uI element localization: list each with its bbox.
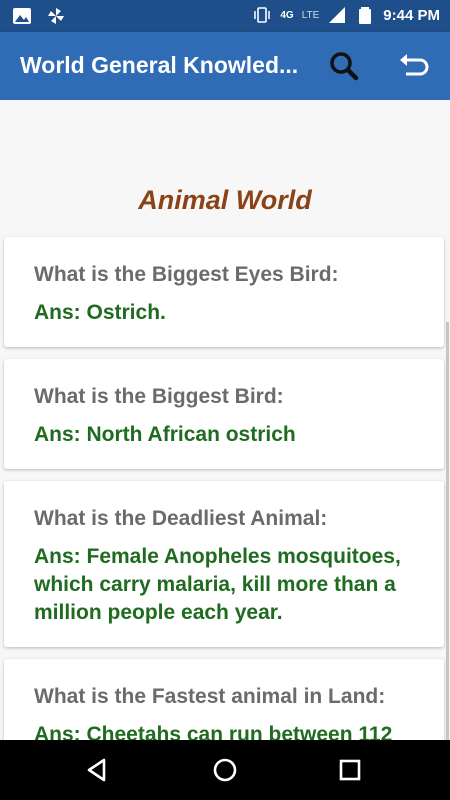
question-text: What is the Fastest animal in Land: [34,685,386,708]
system-icons: 4G LTE 9:44 PM [252,5,440,25]
status-bar: 4G LTE 9:44 PM [0,0,450,32]
nav-recents-button[interactable] [334,754,366,786]
undo-back-icon [400,54,429,76]
answer-text: Ans: North African ostrich [34,423,296,446]
network-type: 4G [280,9,294,21]
pinwheel-icon [48,8,64,24]
answer-text: Ans: Ostrich. [34,301,166,324]
lte-label: LTE [301,9,320,21]
scrollbar-thumb[interactable] [446,322,449,740]
app-bar: World General Knowled... [0,32,450,100]
app-title: World General Knowled... [20,52,299,78]
image-icon [13,8,31,24]
section-title: Animal World [138,185,312,215]
vibrate-icon [254,7,271,23]
search-button[interactable] [326,48,362,84]
qa-card[interactable]: What is the Deadliest Animal: Ans: Femal… [4,481,444,647]
navigation-bar [0,740,450,800]
search-icon [330,52,359,81]
question-text: What is the Deadliest Animal: [34,507,328,530]
clock: 9:44 PM [383,6,440,24]
qa-card[interactable]: What is the Biggest Bird: Ans: North Afr… [4,359,444,469]
content-area[interactable]: Animal World What is the Biggest Eyes Bi… [0,100,450,740]
qa-card[interactable]: What is the Biggest Eyes Bird: Ans: Ostr… [4,237,444,347]
back-triangle-icon [87,758,106,782]
home-circle-icon [213,758,237,782]
recents-square-icon [339,759,361,781]
nav-home-button[interactable] [209,754,241,786]
nav-back-button[interactable] [82,754,114,786]
notification-icons [12,6,66,26]
battery-icon [359,7,372,24]
answer-text: Ans: Cheetahs can run between 112 [34,723,393,740]
back-button[interactable] [396,48,432,84]
qa-card[interactable]: What is the Fastest animal in Land: Ans:… [4,659,444,740]
question-text: What is the Biggest Bird: [34,385,284,408]
signal-icon [329,7,346,23]
answer-text: Ans: Female Anopheles mosquitoes, which … [34,545,401,624]
question-text: What is the Biggest Eyes Bird: [34,263,339,286]
